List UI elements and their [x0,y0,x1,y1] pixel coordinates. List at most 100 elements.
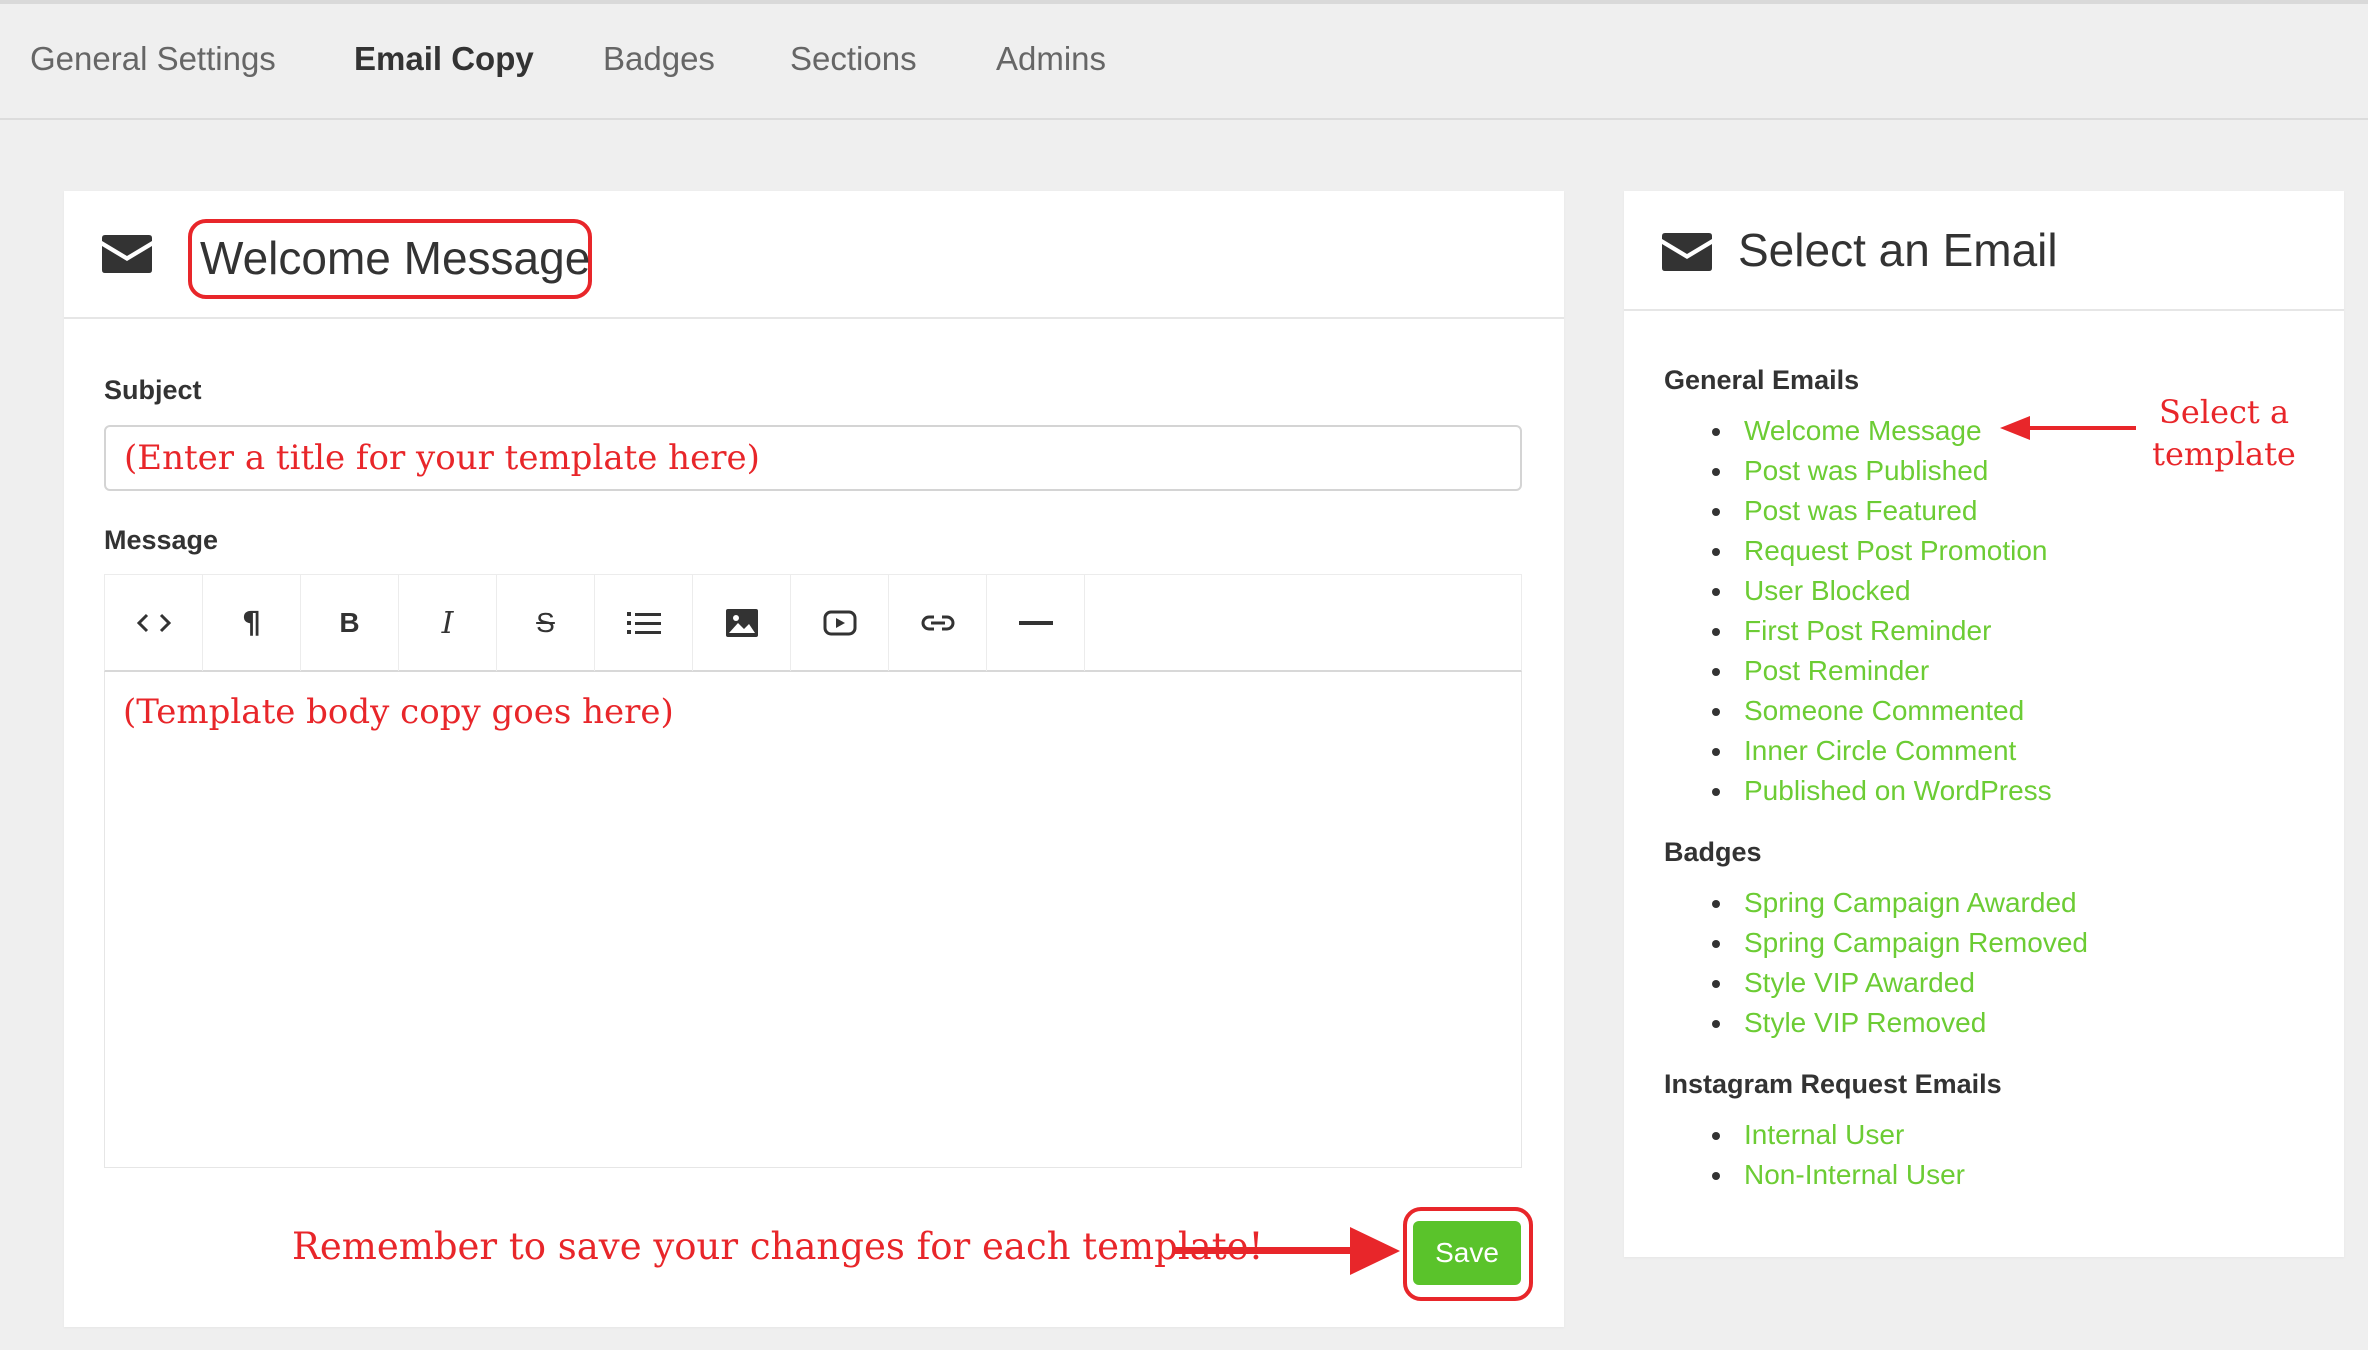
link-button[interactable] [889,575,987,671]
email-link-post-was-featured[interactable]: Post was Featured [1744,495,1977,526]
bullet [1712,708,1720,716]
list-item: User Blocked [1624,571,2052,611]
save-reminder-annotation: Remember to save your changes for each t… [292,1225,1264,1268]
email-link-post-reminder[interactable]: Post Reminder [1744,655,1929,686]
subject-label: Subject [104,375,202,405]
image-button[interactable] [693,575,791,671]
video-button[interactable] [791,575,889,671]
list-item: Style VIP Removed [1624,1003,2088,1043]
strikethrough-icon: S [536,607,555,638]
list-button[interactable] [595,575,693,671]
envelope-icon [1662,233,1712,271]
bullet [1712,748,1720,756]
email-link-non-internal-user[interactable]: Non-Internal User [1744,1159,1965,1190]
header-divider [1624,309,2344,311]
bullet [1712,980,1720,988]
list-item: Request Post Promotion [1624,531,2052,571]
bold-button[interactable]: B [301,575,399,671]
email-link-someone-commented[interactable]: Someone Commented [1744,695,2024,726]
italic-button[interactable]: I [399,575,497,671]
badges-list: Spring Campaign Awarded Spring Campaign … [1624,883,2088,1043]
list-item: Post was Featured [1624,491,2052,531]
list-item: Spring Campaign Awarded [1624,883,2088,923]
email-link-welcome-message[interactable]: Welcome Message [1744,415,1982,446]
paragraph-button[interactable]: ¶ [203,575,301,671]
bullet [1712,468,1720,476]
envelope-icon [102,235,152,273]
annotation-line-2: template [2152,435,2296,473]
list-item: Someone Commented [1624,691,2052,731]
list-item: Spring Campaign Removed [1624,923,2088,963]
email-link-request-post-promotion[interactable]: Request Post Promotion [1744,535,2048,566]
page-title: Welcome Message [200,232,591,284]
tab-sections[interactable]: Sections [790,40,917,78]
horizontal-rule-icon [1018,621,1053,625]
bullet [1712,428,1720,436]
editor-toolbar: ¶ B I S [104,574,1522,672]
paragraph-icon: ¶ [241,605,262,641]
bullet [1712,788,1720,796]
instagram-request-emails-list: Internal User Non-Internal User [1624,1115,1965,1195]
italic-icon: I [441,605,454,641]
horizontal-rule-button[interactable] [987,575,1085,671]
bullet [1712,628,1720,636]
tab-admins[interactable]: Admins [996,40,1106,78]
list-item: Internal User [1624,1115,1965,1155]
email-link-user-blocked[interactable]: User Blocked [1744,575,1911,606]
image-icon [725,609,758,637]
email-link-spring-campaign-removed[interactable]: Spring Campaign Removed [1744,927,2088,958]
list-item: Published on WordPress [1624,771,2052,811]
bullet [1712,900,1720,908]
subject-input[interactable] [104,425,1522,491]
strikethrough-button[interactable]: S [497,575,595,671]
bullet [1712,1132,1720,1140]
list-item: First Post Reminder [1624,611,2052,651]
general-emails-list: Welcome Message Post was Published Post … [1624,411,2052,811]
link-icon [921,615,954,631]
select-email-card: Select an Email General Emails Welcome M… [1624,191,2344,1257]
tab-badges[interactable]: Badges [603,40,715,78]
bullet [1712,1020,1720,1028]
email-link-first-post-reminder[interactable]: First Post Reminder [1744,615,1991,646]
tab-general-settings[interactable]: General Settings [30,40,276,78]
bullet [1712,1172,1720,1180]
list-item: Inner Circle Comment [1624,731,2052,771]
group-title-instagram-request-emails: Instagram Request Emails [1664,1069,2002,1099]
email-link-published-on-wordpress[interactable]: Published on WordPress [1744,775,2052,806]
list-item: Post Reminder [1624,651,2052,691]
code-view-icon [136,613,171,633]
bullet [1712,588,1720,596]
email-link-internal-user[interactable]: Internal User [1744,1119,1904,1150]
bullet [1712,940,1720,948]
group-title-general-emails: General Emails [1664,365,1860,395]
message-body-text[interactable]: (Template body copy goes here) [123,692,674,732]
email-link-post-was-published[interactable]: Post was Published [1744,455,1988,486]
code-view-button[interactable] [105,575,203,671]
annotation-line-1: Select a [2158,393,2290,431]
list-item: Post was Published [1624,451,2052,491]
list-item: Welcome Message [1624,411,2052,451]
message-editor[interactable]: (Template body copy goes here) [104,672,1522,1168]
bullet [1712,548,1720,556]
email-link-style-vip-removed[interactable]: Style VIP Removed [1744,1007,1986,1038]
video-icon [823,610,856,636]
select-email-title: Select an Email [1738,224,2058,276]
header-divider [64,317,1564,319]
tab-email-copy[interactable]: Email Copy [354,40,534,78]
save-button[interactable]: Save [1413,1221,1521,1285]
select-template-annotation: Select a template [2144,391,2304,475]
email-editor-card: Welcome Message Subject Message ¶ B I S [64,191,1564,1327]
list-item: Non-Internal User [1624,1155,1965,1195]
bullet [1712,508,1720,516]
list-item: Style VIP Awarded [1624,963,2088,1003]
top-nav: General Settings Email Copy Badges Secti… [0,0,2368,120]
group-title-badges: Badges [1664,837,1762,867]
message-label: Message [104,525,219,555]
email-link-spring-campaign-awarded[interactable]: Spring Campaign Awarded [1744,887,2077,918]
list-icon [626,612,661,634]
bullet [1712,668,1720,676]
email-link-style-vip-awarded[interactable]: Style VIP Awarded [1744,967,1975,998]
bold-icon: B [339,607,360,638]
email-link-inner-circle-comment[interactable]: Inner Circle Comment [1744,735,2016,766]
arrow-left-icon [2000,416,2136,440]
